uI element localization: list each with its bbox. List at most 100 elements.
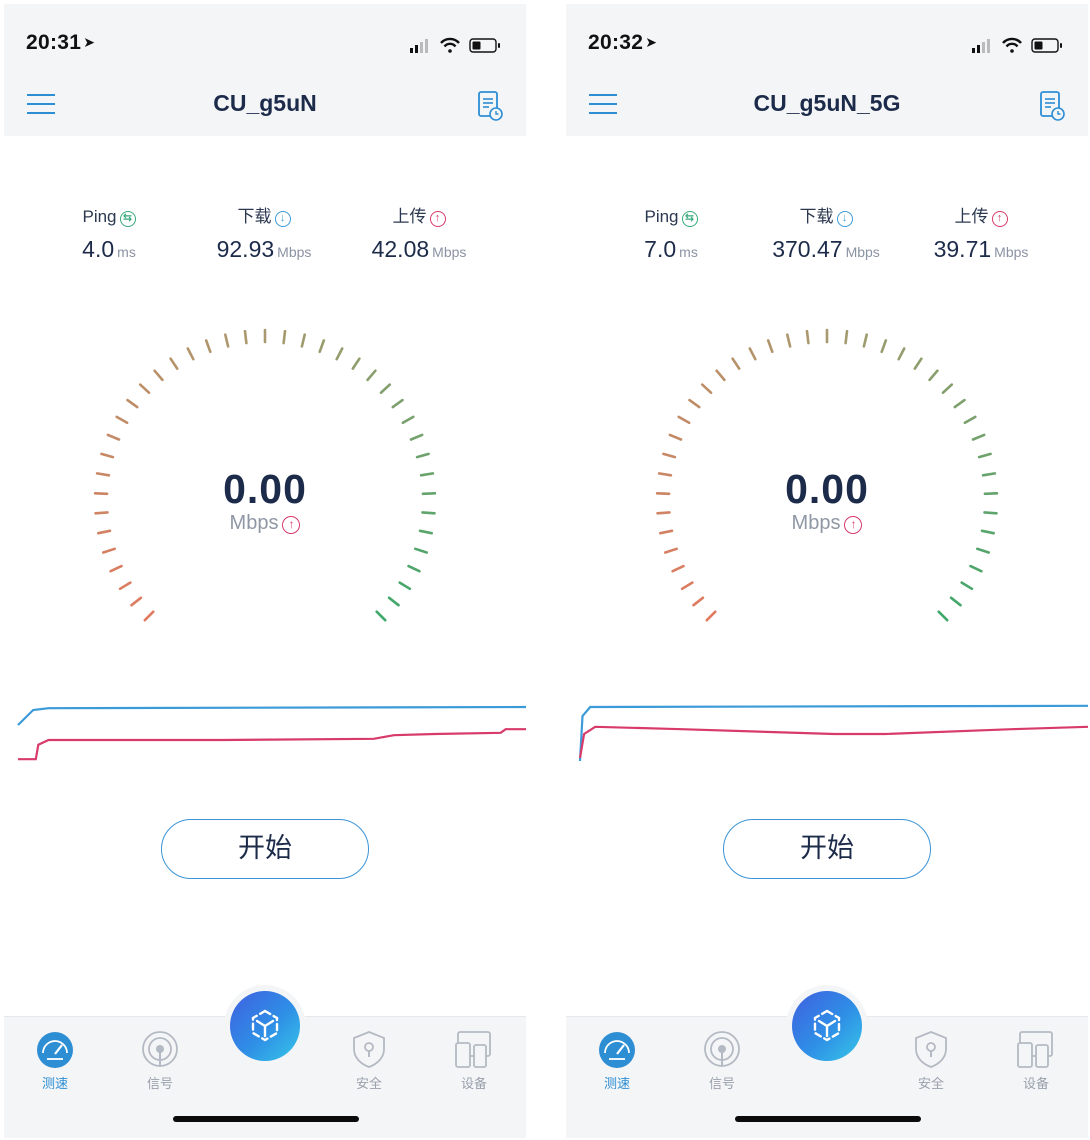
gauge-tick [101,547,117,554]
download-arrow-icon: ↓ [274,211,291,227]
phone-screen-2-4g: 20:31 ➤ CU_g5uN Ping ⇆ 4.0 ms 下载 ↓ 92.93 Mbps… [4,4,526,1138]
gauge-tick [941,383,954,394]
tab-bar: 测速 信号 安全 设备 [4,991,526,1138]
signal-icon [142,1031,178,1067]
ping-icon: ⇆ [119,211,136,227]
upload-unit: Mbps [432,244,467,260]
download-history-line [17,705,526,726]
gauge-tick [715,369,726,382]
gauge-tick [688,398,701,409]
tab-signal[interactable]: 信号 [682,1029,762,1092]
gauge-tick [677,415,691,425]
gauge-tick [398,581,412,591]
status-bar-icons [410,37,500,53]
tab-label: 信号 [146,1076,173,1091]
gauge-tick [953,398,966,409]
ping-value: 7.0 [644,236,677,262]
upload-value: 42.08 [371,236,430,262]
start-button[interactable]: 开始 [161,819,369,879]
gauge-tick [692,596,705,607]
gauge-tick [766,339,774,354]
tab-signal[interactable]: 信号 [120,1029,200,1092]
gauge-tick [786,333,792,348]
tab-label: 信号 [708,1076,735,1091]
tab-security[interactable]: 安全 [891,1029,971,1092]
gauge-tick [100,452,115,459]
gauge-tick [335,347,344,361]
current-speed: 0.00 [785,466,869,512]
status-bar-icons [972,37,1062,53]
header: 20:32 ➤ CU_g5uN_5G [566,4,1088,136]
speed-unit: Mbps ↑ [566,512,1088,535]
download-unit: Mbps [845,244,880,260]
tab-bar: 测速 信号 安全 设备 [566,991,1088,1138]
center-action-button[interactable] [230,991,300,1061]
history-icon[interactable] [1038,90,1066,122]
download-value: 92.93 [216,236,275,262]
ping-label: Ping [82,207,117,226]
gauge-tick [204,339,212,354]
tab-speed-test[interactable]: 测速 [577,1029,657,1092]
download-unit: Mbps [277,244,312,260]
gauge-tick [300,333,306,348]
gauge-tick [662,452,677,459]
gauge-tick [138,383,151,394]
cell-signal-icon [972,39,990,53]
tab-security[interactable]: 安全 [329,1029,409,1092]
devices-icon [455,1031,491,1068]
gauge-tick [407,564,421,573]
battery-icon [1031,38,1062,53]
gauge-tick [705,610,717,622]
ping-unit: ms [117,244,136,260]
gauge-tick [109,564,123,573]
upload-stat: 上传 ↑ 39.71 Mbps [906,206,1056,263]
gauge-tick [391,398,404,409]
upload-value: 39.71 [933,236,992,262]
gauge-tick [415,452,430,459]
gauge-tick [387,596,400,607]
tab-devices[interactable]: 设备 [434,1029,514,1092]
upload-arrow-icon: ↑ [429,211,446,227]
gauge-tick [971,433,986,441]
gauge-tick [897,347,906,361]
tab-devices[interactable]: 设备 [996,1029,1076,1092]
upload-history-line [18,728,526,761]
tab-label: 测速 [603,1076,630,1091]
tab-label: 设备 [460,1076,487,1091]
gauge-tick [379,383,392,394]
gauge-tick [130,596,143,607]
signal-icon [704,1031,740,1067]
gauge-tick [969,564,983,573]
gauge-tick [960,581,974,591]
battery-icon [469,38,500,53]
upload-stat: 上传 ↑ 42.08 Mbps [344,206,494,263]
ping-icon: ⇆ [681,211,698,227]
gauge-tick [862,333,868,348]
devices-icon [1017,1031,1053,1068]
shield-lock-icon [353,1031,385,1068]
center-action-button[interactable] [792,991,862,1061]
location-arrow-icon: ➤ [83,34,96,50]
gauge-tick [413,547,429,554]
gauge-tick [963,415,977,425]
ping-label: Ping [644,207,679,226]
network-name: CU_g5uN_5G [753,90,901,116]
upload-label: 上传 [392,207,427,226]
history-icon[interactable] [476,90,504,122]
header: 20:31 ➤ CU_g5uN [4,4,526,136]
download-label: 下载 [237,207,272,226]
tab-speed-test[interactable]: 测速 [15,1029,95,1092]
speedometer-icon [37,1032,73,1068]
gauge-tick [913,357,923,370]
cube-icon [251,1009,279,1042]
gauge-tick [977,452,992,459]
download-label: 下载 [799,207,834,226]
wifi-icon [1002,37,1022,53]
current-speed: 0.00 [223,466,307,512]
gauge-tick [126,398,139,409]
result-stats: Ping ⇆ 4.0 ms 下载 ↓ 92.93 Mbps 上传 ↑ 42.08 Mbps [4,206,526,276]
gauge-tick [663,547,679,554]
tab-label: 安全 [355,1076,382,1091]
start-button[interactable]: 开始 [723,819,931,879]
cube-icon [813,1009,841,1042]
